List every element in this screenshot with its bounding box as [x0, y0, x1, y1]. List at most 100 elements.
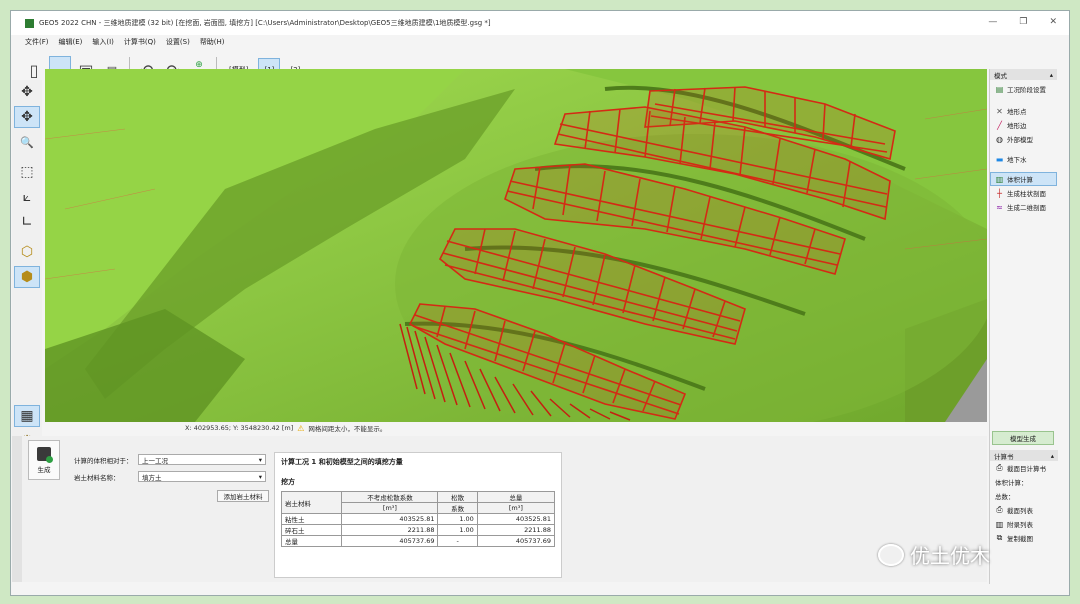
- collapse-icon[interactable]: ▴: [1050, 71, 1053, 79]
- mode-item-external-model[interactable]: ◍ 外部模型: [990, 132, 1057, 146]
- rotate-icon: ✥: [21, 109, 33, 125]
- volume-calc-icon: ▥: [995, 174, 1004, 184]
- wechat-icon: [878, 543, 904, 566]
- collapse-icon[interactable]: ▴: [1051, 452, 1054, 460]
- close-button[interactable]: ✕: [1049, 17, 1057, 27]
- mode-item-2d-section[interactable]: ≈ 生成二维剖面: [990, 200, 1057, 214]
- mode-panel-title: 模式: [994, 71, 1007, 80]
- report-item-label: 总数：: [995, 493, 1015, 501]
- report-item-label: 截面列表: [1007, 507, 1033, 515]
- borehole-profile-icon: ┼: [997, 188, 1002, 198]
- table-header-row: 岩土材料 不考虑松散系数 松散 总量: [280, 491, 556, 514]
- report-item-label: 截面目计算书: [1007, 465, 1046, 473]
- soil-name-select[interactable]: 填方土 ▾: [138, 471, 266, 482]
- window-controls: — ❐ ✕: [988, 17, 1057, 27]
- zoom-window-button[interactable]: ⬚: [14, 161, 40, 183]
- soil-name-label: 岩土材料名称：: [74, 473, 120, 482]
- generate-button[interactable]: 生成: [28, 440, 60, 480]
- mode-item-label: 工况阶段设置: [1007, 86, 1046, 94]
- axis-2d-icon: ∟: [21, 214, 33, 230]
- mode-item-label: 地形边: [1007, 122, 1027, 130]
- zoom-icon: 🔍: [20, 135, 34, 149]
- report-item-label: 附录列表: [1007, 521, 1033, 529]
- column-header-material: 岩土材料: [280, 491, 343, 514]
- table-icon: ▦: [20, 408, 34, 424]
- report-item-total: 总数：: [990, 489, 1058, 503]
- cell-volume: 2211.88: [341, 524, 439, 536]
- report-item-copy-screenshot[interactable]: ⧉ 复制截图: [990, 531, 1058, 545]
- menu-report[interactable]: 计算书(Q): [124, 37, 156, 50]
- cell-material: 粘性土: [280, 513, 343, 525]
- generate-label: 生成: [37, 465, 51, 474]
- groundwater-icon: ▬: [995, 154, 1004, 164]
- axis-3d-button[interactable]: ⟀: [14, 186, 40, 208]
- new-file-icon: ▯: [29, 60, 39, 80]
- column-header-loose: 松散: [437, 491, 478, 503]
- cube-wire-icon: ⬡: [20, 244, 34, 260]
- axis-2d-button[interactable]: ∟: [14, 211, 40, 233]
- zoom-tool-button[interactable]: 🔍: [14, 131, 40, 153]
- cube-solid-icon: ⬢: [20, 269, 34, 285]
- column-header-total: 总量: [476, 491, 556, 503]
- wireframe-view-button[interactable]: ⬡: [14, 241, 40, 263]
- copy-icon: ⧉: [996, 533, 1003, 542]
- external-model-icon: ◍: [996, 134, 1003, 144]
- warning-icon: ⚠: [297, 423, 305, 433]
- print-icon: ⎙: [996, 463, 1003, 472]
- menu-edit[interactable]: 编辑(E): [59, 37, 83, 50]
- table-row: 粘性土 403525.81 1.00 403525.81: [280, 513, 556, 525]
- move-tool-button[interactable]: ✥: [14, 81, 40, 103]
- report-item-volume: 体积计算：: [990, 475, 1058, 489]
- solid-view-button[interactable]: ⬢: [14, 266, 40, 288]
- table-row: 碎石土 2211.88 1.00 2211.88: [280, 524, 556, 536]
- mode-item-volume-calc[interactable]: ▥ 体积计算: [990, 172, 1057, 186]
- table-view-button[interactable]: ▦: [14, 405, 40, 427]
- app-icon: [25, 18, 34, 28]
- cell-total: 2211.88: [476, 524, 556, 536]
- generate-icon: [37, 446, 53, 463]
- terrain-render: [45, 69, 987, 422]
- volume-relative-label: 计算的体积相对于：: [74, 456, 133, 465]
- add-soil-button[interactable]: 添加岩土材料: [217, 490, 269, 502]
- menu-settings[interactable]: 设置(S): [166, 37, 190, 50]
- cell-sum-factor: -: [437, 535, 478, 547]
- watermark-text: 优土优木: [910, 544, 990, 568]
- mode-item-terrain-edges[interactable]: ╱ 地形边: [990, 118, 1057, 132]
- report-item-section-list[interactable]: ⎙ 截面列表: [990, 503, 1058, 517]
- column-unit-no-loose: [m³]: [341, 502, 439, 514]
- table-sum-row: 总量 405737.69 - 405737.69: [280, 535, 556, 547]
- cell-material: 碎石土: [280, 524, 343, 536]
- rotate-tool-button[interactable]: ✥: [14, 106, 40, 128]
- zoom-window-icon: ⬚: [20, 164, 34, 180]
- soil-name-value: 填方土: [142, 473, 162, 482]
- menu-bar: 文件(F) 编辑(E) 输入(I) 计算书(Q) 设置(S) 帮助(H): [11, 37, 225, 50]
- mode-item-label: 生成二维剖面: [1007, 204, 1046, 212]
- window-title: GEO5 2022 CHN - 三维地质建模 (32 bit) [在挖面, 岩面…: [39, 19, 491, 27]
- volume-relative-select[interactable]: 上一工况 ▾: [138, 454, 266, 465]
- menu-input[interactable]: 输入(I): [92, 37, 114, 50]
- menu-file[interactable]: 文件(F): [25, 37, 49, 50]
- result-title: 计算工况 1 和初始模型之间的填挖方量: [281, 458, 403, 466]
- report-item-section[interactable]: ⎙ 截面目计算书: [990, 461, 1058, 475]
- model-generate-button[interactable]: 模型生成: [992, 431, 1054, 445]
- menu-help[interactable]: 帮助(H): [200, 37, 225, 50]
- chevron-down-icon: ▾: [258, 472, 262, 481]
- status-bar: X: 402953.65; Y: 3548230.42 [m] ⚠ 网格间距太小…: [45, 422, 987, 434]
- stage-settings-icon: ▤: [995, 84, 1004, 94]
- panel-side-tab[interactable]: [12, 436, 22, 582]
- mode-panel: 模式 ▴ ▤ 工况阶段设置 ✕ 地形点 ╱ 地形边 ◍ 外部模型 ▬ 地下水 ▥…: [989, 69, 1058, 584]
- restore-button[interactable]: ❐: [1019, 17, 1027, 27]
- report-panel-title: 计算书: [994, 452, 1014, 461]
- minimize-button[interactable]: —: [988, 17, 997, 27]
- mode-item-stage-settings[interactable]: ▤ 工况阶段设置: [990, 80, 1057, 98]
- mode-item-terrain-points[interactable]: ✕ 地形点: [990, 104, 1057, 118]
- coordinates-readout: X: 402953.65; Y: 3548230.42 [m]: [185, 424, 294, 432]
- terrain-edge-icon: ╱: [997, 120, 1002, 130]
- mode-item-groundwater[interactable]: ▬ 地下水: [990, 152, 1057, 166]
- 3d-viewport[interactable]: [45, 69, 987, 422]
- cell-volume: 403525.81: [341, 513, 439, 525]
- mode-item-borehole-profile[interactable]: ┼ 生成柱状剖面: [990, 186, 1057, 200]
- print-icon: ⎙: [996, 505, 1003, 514]
- mode-panel-header: 模式 ▴: [990, 69, 1057, 80]
- report-item-appendix-list[interactable]: ▥ 附录列表: [990, 517, 1058, 531]
